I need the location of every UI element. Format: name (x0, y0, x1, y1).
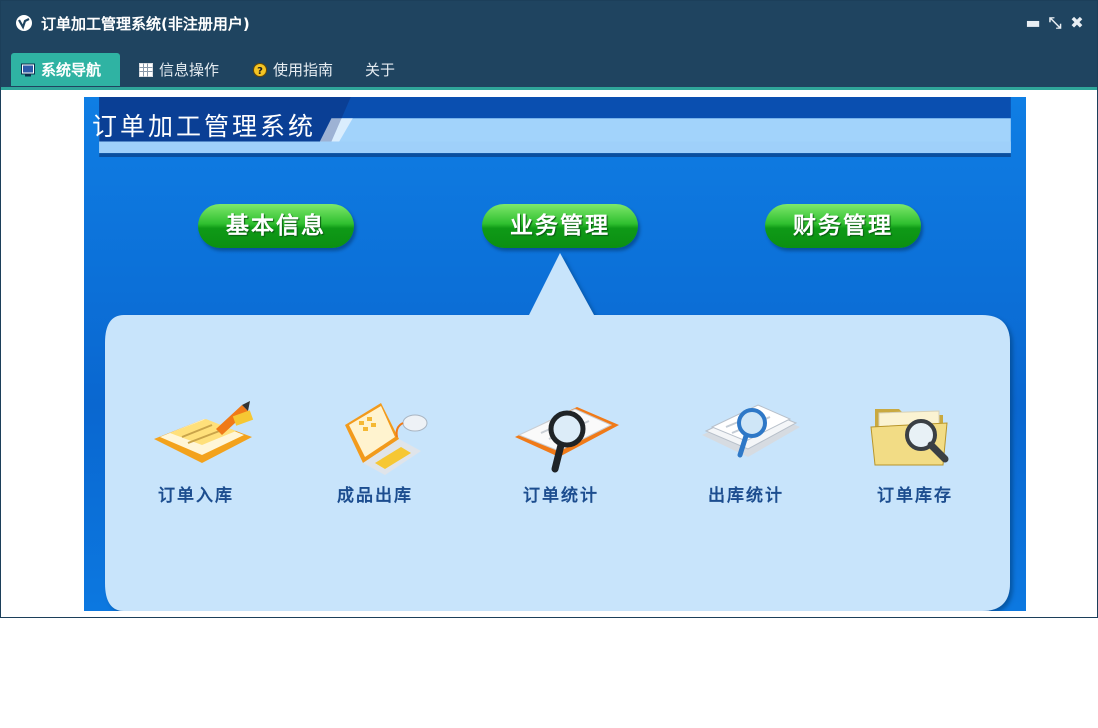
module-order-inventory[interactable]: 订单库存 (845, 397, 985, 507)
close-button[interactable]: ✖ (1067, 11, 1087, 35)
magnifier-papers-icon (702, 404, 800, 458)
tab-label: 系统导航 (41, 61, 102, 79)
tab-user-guide[interactable]: ? 使用指南 (243, 53, 351, 86)
module-label: 订单统计 (523, 486, 599, 506)
tab-about[interactable]: 关于 (355, 53, 411, 86)
module-label: 成品出库 (337, 486, 413, 506)
app-logo-icon (16, 15, 32, 31)
tab-label: 关于 (365, 61, 396, 79)
svg-text:?: ? (257, 66, 263, 77)
tab-info-operation[interactable]: 信息操作 (129, 53, 235, 86)
folder-search-icon (870, 409, 949, 466)
order-entry-icon (154, 401, 254, 463)
minimize-button[interactable]: ▬ (1023, 11, 1043, 35)
module-order-statistics[interactable]: 订单统计 (491, 397, 631, 507)
module-label: 订单库存 (877, 486, 953, 506)
app-window: 订单加工管理系统(非注册用户) ▬ ⤡ ✖ 系统导航 信息操作 ? 使用指南 关… (0, 0, 1098, 618)
window-title: 订单加工管理系统(非注册用户) (41, 15, 250, 33)
monitor-icon (21, 63, 35, 76)
module-order-entry[interactable]: 订单入库 (126, 397, 266, 507)
magnifier-document-icon (515, 407, 619, 473)
module-panel (105, 253, 1010, 611)
tab-system-navigation[interactable]: 系统导航 (11, 53, 120, 86)
navigation-canvas: 订单加工管理系统 基本信息 业务管理 财务管理 订单入库 成品出库 订单统计 出… (84, 97, 1026, 611)
restore-button[interactable]: ⤡ (1045, 11, 1065, 35)
tab-label: 信息操作 (159, 61, 220, 79)
module-label: 出库统计 (708, 486, 784, 506)
title-bar: 订单加工管理系统(非注册用户) ▬ ⤡ ✖ (1, 1, 1097, 45)
tab-label: 使用指南 (273, 61, 334, 79)
module-finished-goods-out[interactable]: 成品出库 (305, 397, 445, 507)
module-outbound-statistics[interactable]: 出库统计 (676, 397, 816, 507)
grid-icon (139, 62, 153, 77)
tab-bar: 系统导航 信息操作 ? 使用指南 关于 (1, 45, 1097, 90)
help-icon: ? (253, 62, 267, 77)
module-label: 订单入库 (158, 486, 234, 506)
laptop-icon (345, 403, 428, 475)
